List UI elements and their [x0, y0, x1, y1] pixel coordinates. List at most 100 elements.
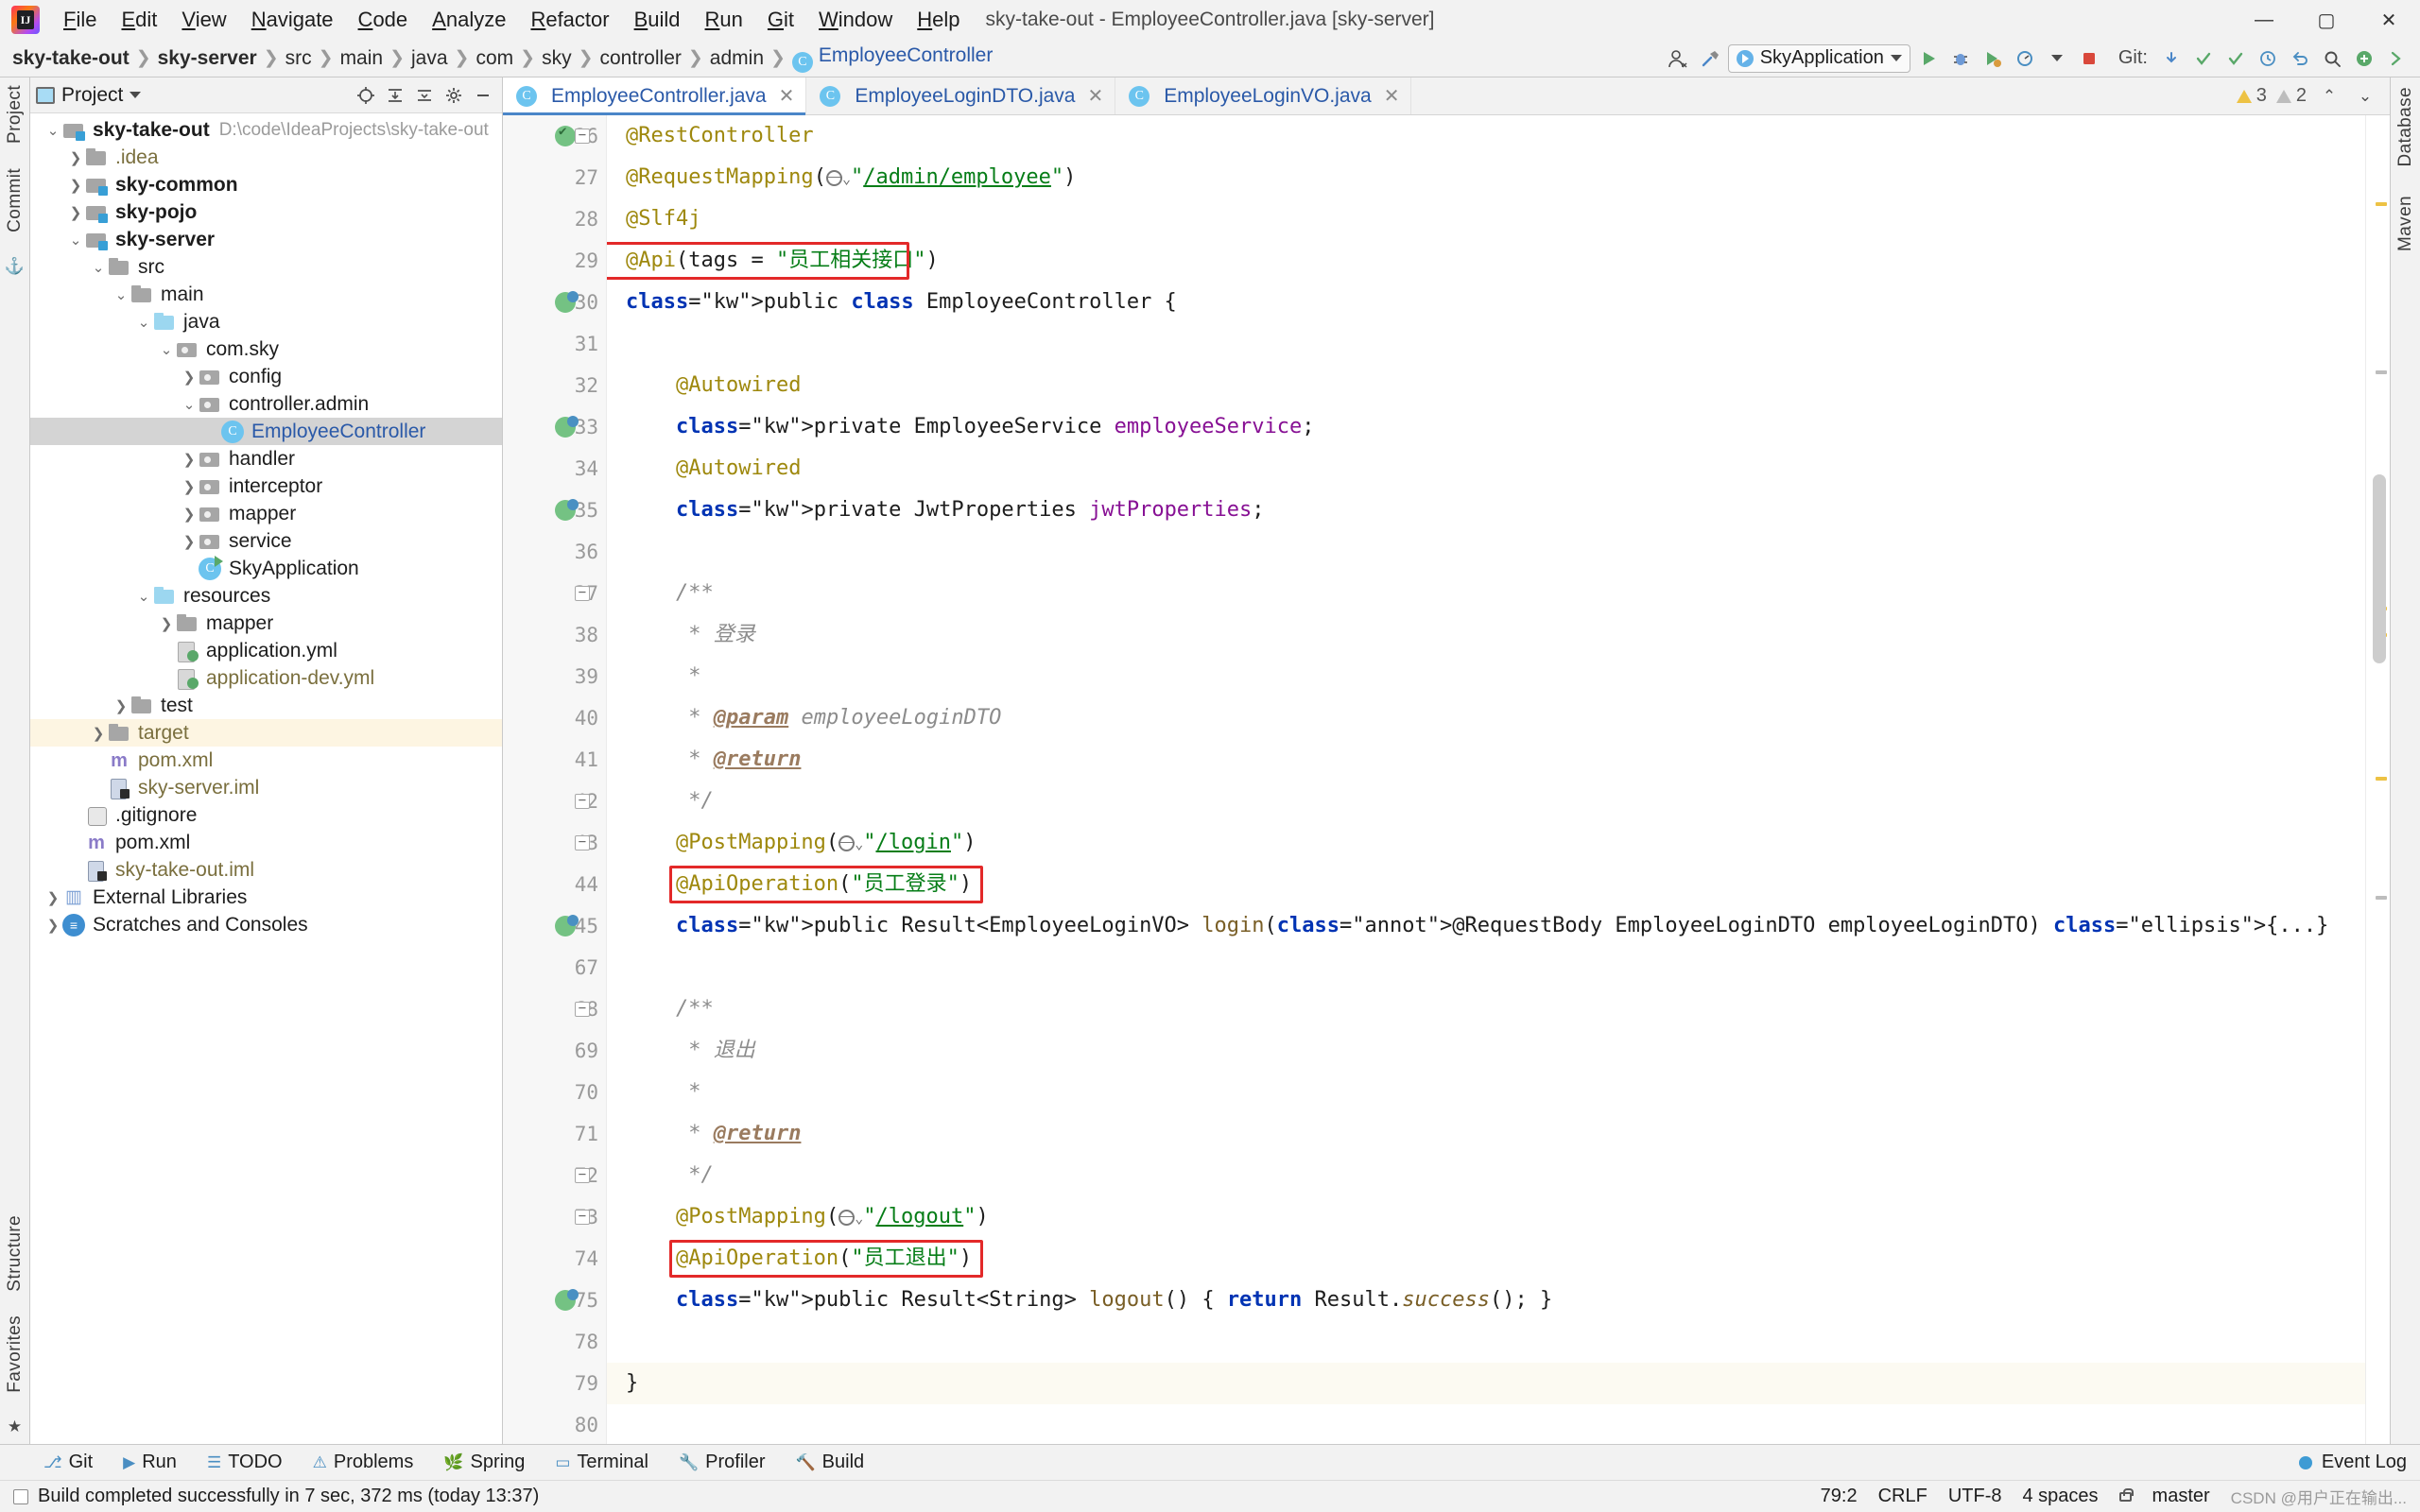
code-line[interactable]: @Autowired: [607, 365, 2365, 406]
chevron-down-icon[interactable]: ⌄: [112, 286, 130, 303]
editor-tabs[interactable]: C EmployeeController.java ✕ C EmployeeLoginD…: [503, 77, 2390, 115]
bottom-tool-terminal[interactable]: ▭ Terminal: [540, 1445, 664, 1480]
menu-item-refactor[interactable]: Refactor: [518, 4, 621, 36]
chevron-right-icon[interactable]: ❯: [157, 615, 176, 632]
run-button-icon[interactable]: [1914, 44, 1943, 73]
code-line[interactable]: @ApiOperation("员工退出"): [607, 1238, 2365, 1280]
editor-tab[interactable]: C EmployeeLoginVO.java ✕: [1115, 77, 1412, 114]
gutter-line[interactable]: 80: [503, 1404, 606, 1444]
main-toolbar[interactable]: SkyApplication Git:: [1664, 43, 2420, 73]
chevron-down-icon[interactable]: [2043, 44, 2071, 73]
gutter-line[interactable]: 34: [503, 448, 606, 490]
code-line[interactable]: [607, 1404, 2365, 1444]
left-tool-rail[interactable]: Project Commit ⚓ Structure Favorites ★: [0, 77, 30, 1444]
tool-button-structure[interactable]: Structure: [5, 1215, 26, 1292]
gutter-line[interactable]: 72−: [503, 1155, 606, 1196]
gutter-line[interactable]: 45: [503, 905, 606, 947]
gutter-line[interactable]: 44: [503, 864, 606, 905]
tree-item[interactable]: ❯ config: [30, 363, 502, 390]
hide-panel-icon[interactable]: [470, 82, 496, 109]
menu-item-build[interactable]: Build: [622, 4, 693, 36]
tree-item[interactable]: m pom.xml: [30, 829, 502, 856]
event-log-widget[interactable]: Event Log: [2298, 1452, 2420, 1473]
bottom-tool-problems[interactable]: ⚠ Problems: [298, 1445, 429, 1480]
tree-item[interactable]: application-dev.yml: [30, 664, 502, 692]
gutter-line[interactable]: 73−: [503, 1196, 606, 1238]
tool-button-project[interactable]: Project: [5, 85, 26, 144]
code-fold-icon[interactable]: −: [575, 1210, 590, 1225]
git-push-icon[interactable]: [2221, 44, 2250, 73]
chevron-down-icon[interactable]: ⌄: [134, 314, 153, 331]
hammer-build-icon[interactable]: [1696, 44, 1724, 73]
profiler-icon[interactable]: [2011, 44, 2039, 73]
target-icon[interactable]: [353, 82, 379, 109]
close-icon[interactable]: ✕: [1384, 84, 1400, 108]
window-controls[interactable]: — ▢ ✕: [2233, 0, 2420, 40]
tree-item[interactable]: ❯ ▥ External Libraries: [30, 884, 502, 911]
user-icon[interactable]: [1664, 44, 1692, 73]
gutter-line[interactable]: 37−: [503, 573, 606, 614]
breadcrumb-item-controller[interactable]: controller: [596, 45, 686, 72]
lock-icon[interactable]: [2118, 1487, 2134, 1502]
gutter-line[interactable]: 70: [503, 1072, 606, 1113]
git-branch[interactable]: master: [2152, 1486, 2210, 1507]
code-fold-icon[interactable]: −: [575, 1168, 590, 1183]
chevron-right-icon[interactable]: ❯: [180, 451, 199, 468]
git-commit-icon[interactable]: [2189, 44, 2218, 73]
scrollbar-thumb[interactable]: [2373, 474, 2386, 663]
forward-icon[interactable]: [2382, 44, 2411, 73]
bottom-tool-profiler[interactable]: 🔧 Profiler: [664, 1445, 781, 1480]
menu-item-run[interactable]: Run: [693, 4, 755, 36]
editor-tab[interactable]: C EmployeeLoginDTO.java ✕: [806, 77, 1116, 114]
right-tool-rail[interactable]: Database Maven: [2390, 77, 2420, 1444]
spring-bean-icon[interactable]: [555, 1289, 579, 1311]
tree-item[interactable]: ⌄ java: [30, 308, 502, 335]
code-line[interactable]: @RestController: [607, 115, 2365, 157]
tree-item[interactable]: ❯ sky-common: [30, 171, 502, 198]
menu-item-view[interactable]: View: [169, 4, 238, 36]
code-line[interactable]: @Api(tags = "员工相关接口"): [607, 240, 2365, 282]
tree-item[interactable]: ⌄ resources: [30, 582, 502, 610]
code-line[interactable]: }: [607, 1363, 2365, 1404]
code-fold-icon[interactable]: −: [575, 586, 590, 601]
gutter-line[interactable]: 28: [503, 198, 606, 240]
gutter-line[interactable]: 26−: [503, 115, 606, 157]
chevron-right-icon[interactable]: ❯: [43, 917, 62, 934]
breadcrumb[interactable]: sky-take-out ❯ sky-server ❯ src ❯ main ❯ java ❯ co…: [8, 43, 997, 75]
close-icon[interactable]: ✕: [779, 84, 795, 108]
gutter-line[interactable]: 36: [503, 531, 606, 573]
code-line[interactable]: class="kw">public Result<EmployeeLoginVO…: [607, 905, 2365, 947]
close-button[interactable]: ✕: [2358, 0, 2420, 40]
code-editor[interactable]: @RestController @RequestMapping(⌄"/admin/…: [607, 115, 2365, 1444]
code-line[interactable]: [607, 531, 2365, 573]
expand-all-icon[interactable]: [382, 82, 408, 109]
chevron-right-icon[interactable]: ❯: [66, 149, 85, 166]
tree-item[interactable]: ⌄ main: [30, 281, 502, 308]
code-line[interactable]: @Slf4j: [607, 198, 2365, 240]
gutter-line[interactable]: 78: [503, 1321, 606, 1363]
gutter-line[interactable]: 71: [503, 1113, 606, 1155]
code-fold-icon[interactable]: −: [575, 794, 590, 809]
chevron-right-icon[interactable]: ❯: [66, 177, 85, 194]
chevron-down-icon[interactable]: [130, 92, 142, 98]
menu-item-analyze[interactable]: Analyze: [420, 4, 518, 36]
code-line[interactable]: */: [607, 1155, 2365, 1196]
file-encoding[interactable]: UTF-8: [1948, 1486, 2002, 1507]
tree-item[interactable]: ❯ test: [30, 692, 502, 719]
code-line[interactable]: * 退出: [607, 1030, 2365, 1072]
code-fold-icon[interactable]: −: [575, 129, 590, 144]
project-panel-tools[interactable]: [353, 82, 496, 109]
gutter-line[interactable]: 67: [503, 947, 606, 988]
gutter-line[interactable]: 27: [503, 157, 606, 198]
tree-item[interactable]: ❯ target: [30, 719, 502, 747]
tree-item[interactable]: sky-take-out.iml: [30, 856, 502, 884]
plus-icon[interactable]: [2350, 44, 2378, 73]
git-history-icon[interactable]: [2254, 44, 2282, 73]
weak-warning-count[interactable]: 2: [2275, 85, 2307, 107]
collapse-all-icon[interactable]: [411, 82, 438, 109]
tree-item[interactable]: ⌄ com.sky: [30, 335, 502, 363]
debug-icon[interactable]: [1946, 44, 1975, 73]
code-line[interactable]: * @param employeeLoginDTO: [607, 697, 2365, 739]
code-line[interactable]: * @return: [607, 1113, 2365, 1155]
maximize-button[interactable]: ▢: [2295, 0, 2358, 40]
